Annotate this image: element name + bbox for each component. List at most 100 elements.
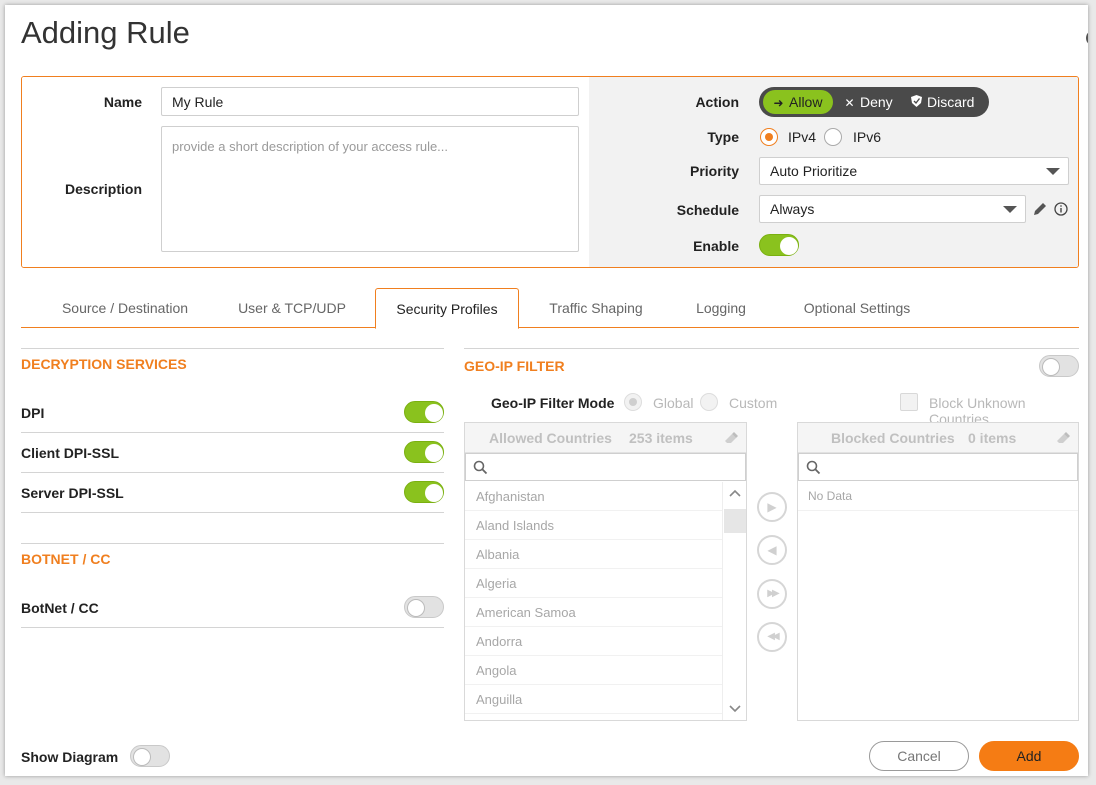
action-selector: ➜ Allow ✕ Deny Discard [759, 87, 989, 117]
blocked-list-title: Blocked Countries [831, 430, 955, 446]
description-input[interactable] [161, 126, 579, 252]
geoip-global-label: Global [653, 395, 694, 411]
priority-select[interactable]: Auto Prioritize [759, 157, 1069, 185]
divider [21, 348, 444, 349]
tab-user-tcp-udp[interactable]: User & TCP/UDP [219, 288, 365, 328]
eraser-icon[interactable] [1056, 431, 1071, 445]
action-discard-button[interactable]: Discard [907, 90, 987, 114]
action-deny-label: Deny [860, 94, 893, 110]
info-icon[interactable] [1054, 202, 1068, 216]
list-item[interactable]: Anguilla [465, 685, 723, 714]
action-allow-button[interactable]: ➜ Allow [763, 90, 833, 114]
server-dpi-ssl-label: Server DPI-SSL [21, 485, 124, 501]
adding-rule-dialog: Adding Rule Name Description Action ➜ All… [5, 5, 1088, 776]
list-item[interactable]: Albania [465, 540, 723, 569]
move-left-button[interactable]: ◀ [757, 535, 787, 565]
divider [21, 627, 444, 628]
type-ipv4-radio[interactable] [760, 128, 778, 146]
geoip-custom-radio[interactable] [700, 393, 718, 411]
server-dpi-ssl-toggle[interactable] [404, 481, 444, 503]
rewind-icon: ◀◀ [767, 631, 780, 642]
show-diagram-label: Show Diagram [21, 749, 119, 765]
divider [21, 512, 444, 513]
divider [464, 348, 1079, 349]
schedule-select[interactable]: Always [759, 195, 1026, 223]
geoip-custom-label: Custom [729, 395, 778, 411]
divider [21, 472, 444, 473]
play-right-icon: ▶ [767, 500, 777, 514]
blocked-list-count: 0 items [968, 430, 1017, 446]
dpi-label: DPI [21, 405, 45, 421]
schedule-label: Schedule [676, 202, 739, 218]
tab-source-destination[interactable]: Source / Destination [41, 288, 209, 328]
search-icon [806, 460, 821, 475]
chevron-up-icon[interactable] [728, 488, 742, 498]
x-icon: ✕ [844, 96, 855, 110]
action-deny-button[interactable]: ✕ Deny [839, 90, 899, 114]
decryption-section-title: DECRYPTION SERVICES [21, 356, 187, 372]
move-right-button[interactable]: ▶ [757, 492, 787, 522]
list-item[interactable]: Algeria [465, 569, 723, 598]
general-right: Action ➜ Allow ✕ Deny Discard Type IPv4 IP… [589, 77, 1078, 267]
allowed-search-input[interactable] [465, 453, 746, 481]
fast-forward-icon: ▶▶ [767, 588, 780, 599]
list-item[interactable]: Angola [465, 656, 723, 685]
type-ipv4-label: IPv4 [788, 129, 817, 145]
enable-label: Enable [693, 238, 739, 254]
list-item[interactable]: Aland Islands [465, 511, 723, 540]
block-unknown-checkbox[interactable] [900, 393, 918, 411]
chevron-down-icon [1046, 168, 1060, 175]
description-label: Description [64, 181, 142, 197]
allowed-list-scrollbar[interactable] [722, 482, 746, 720]
scroll-thumb[interactable] [724, 509, 746, 533]
divider [21, 543, 444, 544]
general-panel: Name Description Action ➜ Allow ✕ Deny Dis… [21, 76, 1079, 268]
client-dpi-ssl-label: Client DPI-SSL [21, 445, 120, 461]
allowed-list-count: 253 items [629, 430, 693, 446]
blocked-countries-list: Blocked Countries 0 items No Data [797, 422, 1079, 721]
partial-icon [1086, 30, 1088, 46]
search-icon [473, 460, 488, 475]
botnet-label: BotNet / CC [21, 600, 99, 616]
list-item[interactable]: American Samoa [465, 598, 723, 627]
tab-bar: Source / Destination User & TCP/UDP Secu… [21, 288, 1079, 329]
enable-toggle[interactable] [759, 234, 799, 256]
geoip-toggle[interactable] [1039, 355, 1079, 377]
botnet-section-title: BOTNET / CC [21, 551, 111, 567]
tab-optional-settings[interactable]: Optional Settings [779, 288, 935, 328]
priority-label: Priority [689, 163, 739, 179]
show-diagram-toggle[interactable] [130, 745, 170, 767]
list-item[interactable]: Afghanistan [465, 482, 723, 511]
name-label: Name [103, 94, 142, 110]
dpi-toggle[interactable] [404, 401, 444, 423]
empty-state-text: No Data [798, 482, 1078, 511]
shield-svg [911, 95, 922, 107]
action-label: Action [695, 94, 739, 110]
geoip-global-radio[interactable] [624, 393, 642, 411]
cancel-button[interactable]: Cancel [869, 741, 969, 771]
move-all-right-button[interactable]: ▶▶ [757, 579, 787, 609]
botnet-toggle[interactable] [404, 596, 444, 618]
type-ipv6-radio[interactable] [824, 128, 842, 146]
chevron-down-icon[interactable] [728, 704, 742, 714]
move-all-left-button[interactable]: ◀◀ [757, 622, 787, 652]
divider [21, 432, 444, 433]
add-button[interactable]: Add [979, 741, 1079, 771]
tab-security-profiles[interactable]: Security Profiles [375, 288, 519, 329]
arrow-right-icon: ➜ [773, 96, 784, 110]
eraser-icon[interactable] [724, 431, 739, 445]
schedule-value: Always [770, 201, 815, 217]
page-title: Adding Rule [21, 15, 190, 50]
geoip-mode-label: Geo-IP Filter Mode [491, 395, 615, 411]
tab-logging[interactable]: Logging [673, 288, 769, 328]
client-dpi-ssl-toggle[interactable] [404, 441, 444, 463]
shield-icon [910, 91, 923, 115]
name-input[interactable] [161, 87, 579, 116]
allowed-list-header: Allowed Countries 253 items [465, 423, 746, 453]
pencil-icon[interactable] [1032, 201, 1048, 217]
tab-traffic-shaping[interactable]: Traffic Shaping [529, 288, 663, 328]
blocked-search-input[interactable] [798, 453, 1078, 481]
list-item[interactable]: Andorra [465, 627, 723, 656]
general-left: Name Description [22, 77, 589, 267]
action-allow-label: Allow [789, 94, 823, 110]
